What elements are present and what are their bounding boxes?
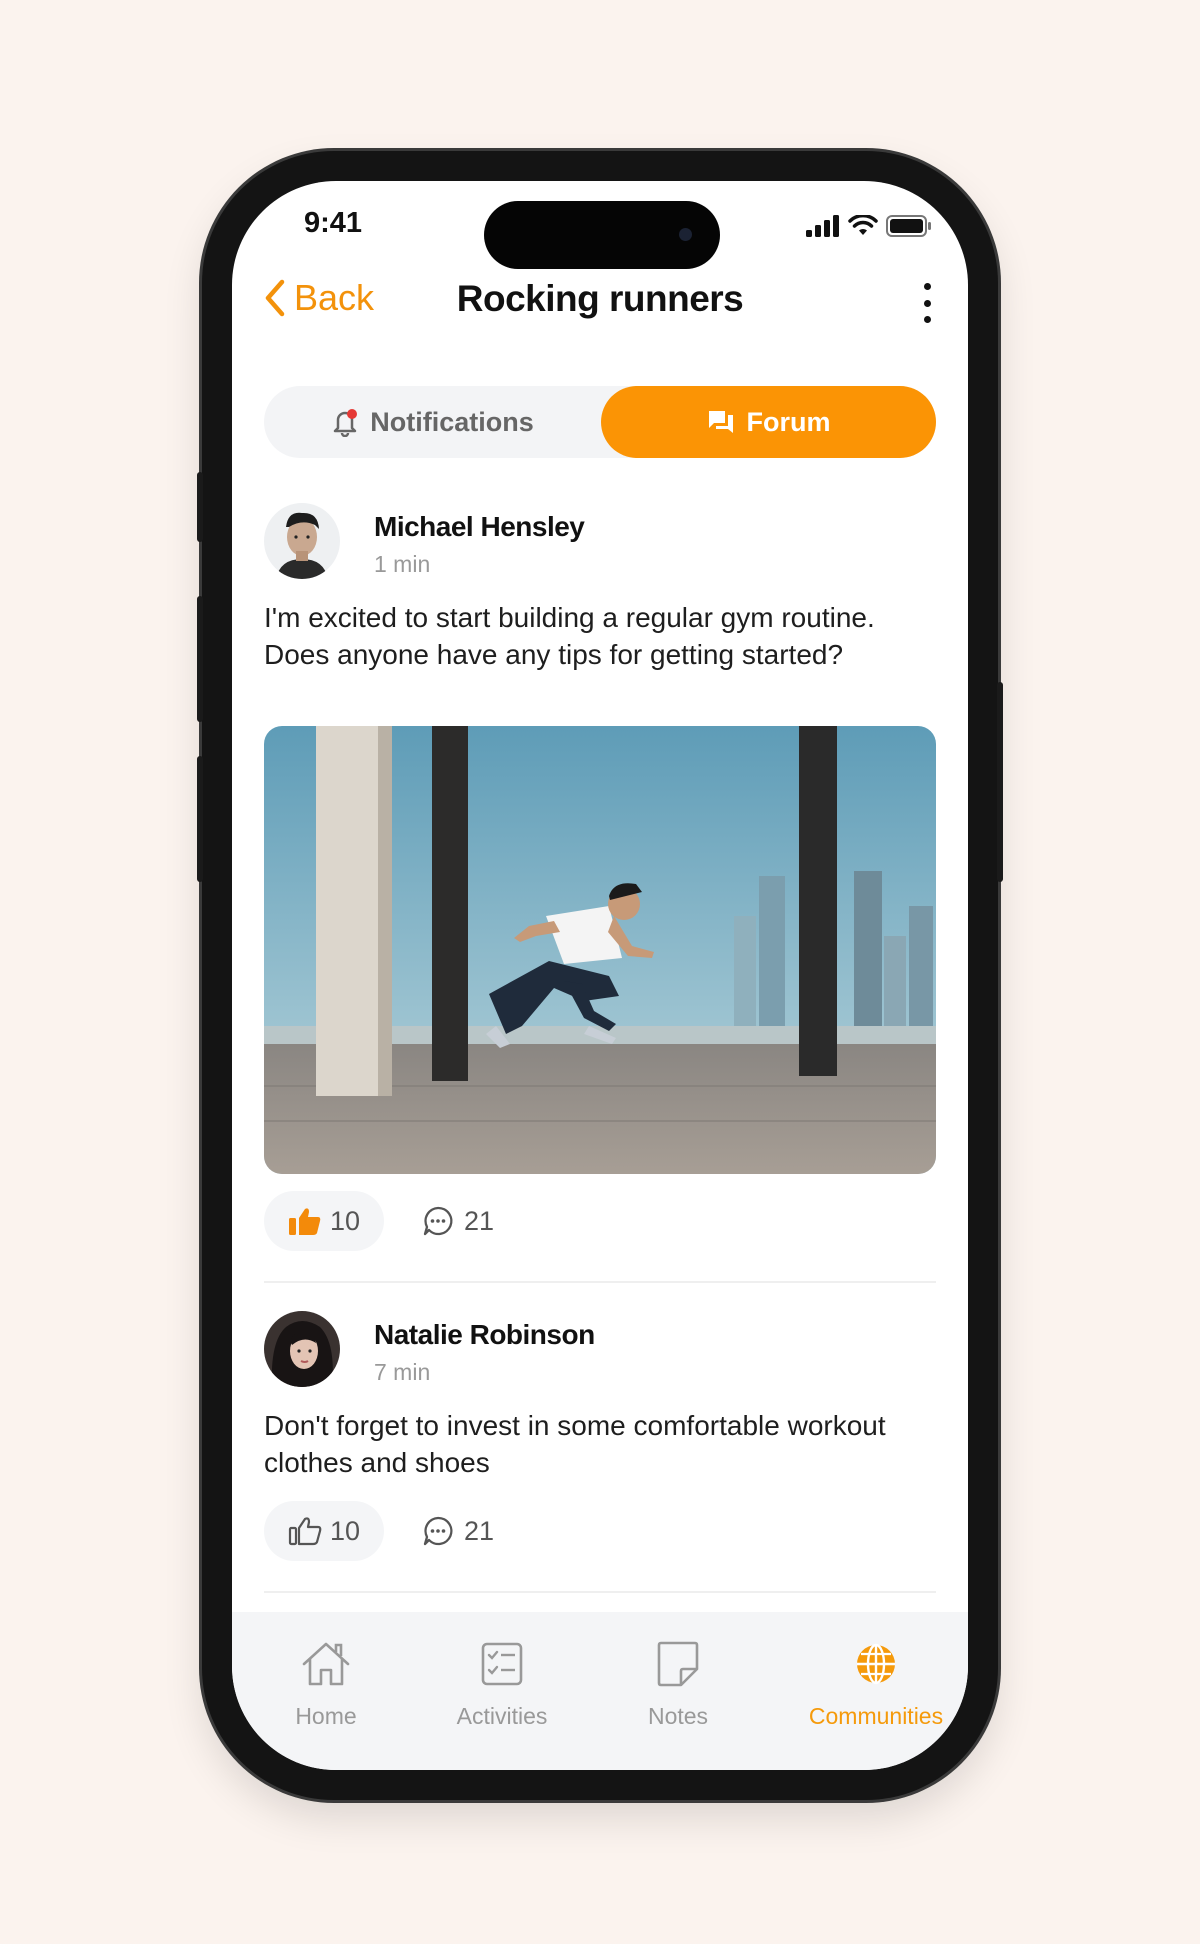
tab-home-label: Home bbox=[295, 1703, 357, 1729]
post-time: 1 min bbox=[374, 551, 431, 577]
comment-button[interactable]: 21 bbox=[422, 1515, 494, 1547]
power-button bbox=[997, 682, 1003, 882]
notifications-label: Notifications bbox=[370, 406, 534, 437]
post-time: 7 min bbox=[374, 1359, 431, 1385]
wifi-icon bbox=[848, 215, 878, 235]
post-text: I'm excited to start building a regular … bbox=[264, 602, 875, 670]
more-options-button[interactable] bbox=[920, 283, 934, 323]
signal-icon bbox=[806, 215, 839, 237]
avatar[interactable] bbox=[264, 503, 340, 579]
tab-notes-label: Notes bbox=[647, 1703, 709, 1729]
tab-home[interactable]: Home bbox=[246, 1637, 406, 1730]
volume-up-button bbox=[197, 596, 203, 722]
forum-icon bbox=[708, 411, 733, 433]
avatar-photo bbox=[264, 1311, 340, 1387]
avatar[interactable] bbox=[264, 1311, 340, 1387]
runner-photo bbox=[264, 726, 936, 1174]
divider bbox=[264, 1281, 936, 1283]
like-count: 10 bbox=[329, 1205, 361, 1236]
action-button bbox=[197, 472, 203, 542]
thumbs-up-outline-icon bbox=[288, 1517, 322, 1546]
front-camera bbox=[679, 228, 692, 241]
chat-bubble-icon bbox=[423, 1516, 453, 1546]
tab-activities-label: Activities bbox=[456, 1703, 548, 1729]
battery-icon bbox=[886, 215, 931, 237]
comment-count: 21 bbox=[464, 1515, 495, 1546]
forum-label: Forum bbox=[746, 406, 831, 437]
checklist-icon bbox=[481, 1642, 523, 1686]
tab-notes[interactable]: Notes bbox=[598, 1637, 758, 1730]
post-text: Don't forget to invest in some comfortab… bbox=[264, 1410, 886, 1478]
post-author[interactable]: Natalie Robinson bbox=[374, 1319, 595, 1351]
note-icon bbox=[657, 1641, 699, 1687]
page-title: Rocking runners bbox=[456, 278, 744, 319]
avatar-photo bbox=[264, 503, 340, 579]
home-icon bbox=[302, 1642, 350, 1686]
post-image[interactable] bbox=[264, 726, 936, 1174]
like-count: 10 bbox=[329, 1515, 361, 1546]
tab-communities-label: Communities bbox=[808, 1703, 944, 1729]
more-dot-icon bbox=[923, 299, 931, 307]
tab-activities[interactable]: Activities bbox=[422, 1637, 582, 1730]
chat-bubble-icon bbox=[423, 1206, 453, 1236]
comment-button[interactable]: 21 bbox=[422, 1205, 494, 1237]
thumbs-up-filled-icon bbox=[288, 1208, 321, 1235]
status-time: 9:41 bbox=[304, 207, 363, 239]
post-author[interactable]: Michael Hensley bbox=[374, 511, 585, 543]
like-button[interactable]: 10 bbox=[264, 1501, 384, 1561]
more-dot-icon bbox=[923, 316, 931, 323]
tab-communities[interactable]: Communities bbox=[786, 1637, 966, 1730]
dynamic-island bbox=[484, 201, 720, 269]
globe-icon bbox=[857, 1643, 895, 1685]
tab-forum[interactable]: Forum bbox=[601, 386, 936, 458]
comment-count: 21 bbox=[464, 1205, 495, 1236]
like-button[interactable]: 10 bbox=[264, 1191, 384, 1251]
divider bbox=[264, 1591, 936, 1593]
more-dot-icon bbox=[923, 283, 931, 290]
bell-icon bbox=[333, 409, 358, 437]
phone-screen: 9:41 Back Rocking runners Notifications … bbox=[232, 181, 968, 1770]
volume-down-button bbox=[197, 756, 203, 882]
tab-notifications[interactable]: Notifications bbox=[264, 386, 600, 458]
status-icons bbox=[806, 215, 932, 237]
